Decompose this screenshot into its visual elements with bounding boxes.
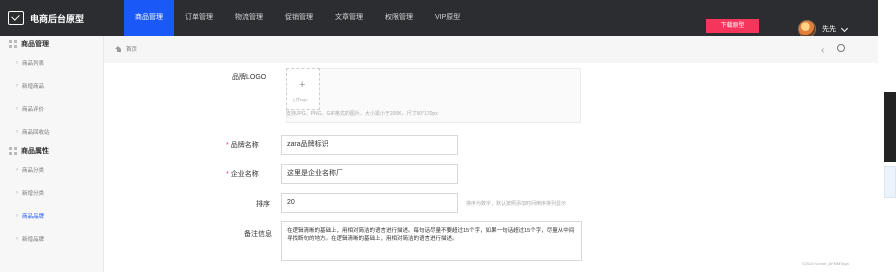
user-name: 先先 [822,26,836,33]
refresh-icon[interactable] [837,44,845,52]
chevron-right-icon: › [16,128,18,135]
sidebar-item-label: 新增商品 [22,83,45,90]
sidebar-item-product-list[interactable]: › 商品列表 [0,51,103,74]
watermark: ©2024 Vonne_AFMMTaya [802,261,849,266]
sidebar-item-label: 商品品牌 [22,213,45,220]
sidebar-group-product-management[interactable]: 商品管理 [0,36,103,51]
required-mark: * [226,171,229,178]
right-dark-panel [884,92,896,162]
chevron-down-icon [840,24,849,32]
breadcrumb-home-label: 首页 [126,47,138,53]
remark-label: 备注信息 [244,231,272,238]
nav-product-management[interactable]: 商品管理 [124,0,174,36]
sidebar-item-label: 商品评价 [22,106,45,113]
sort-label: 排序 [256,201,270,208]
grid-icon [9,146,17,155]
sidebar-item-product-brand[interactable]: › 商品品牌 [0,204,103,227]
sidebar-item-label: 商品分类 [22,167,45,174]
sidebar-item-product-review[interactable]: › 商品评价 [0,97,103,120]
nav-article-management[interactable]: 文章管理 [324,0,374,36]
nav-order-management[interactable]: 订单管理 [174,0,224,36]
breadcrumb-home[interactable]: 首页 [115,45,137,53]
upload-text: 上传logo [292,97,308,102]
upload-hint: 支持JPG、PNG、GIF格式的图片，大小需小于200K，尺寸90*170px [286,111,438,117]
grid-icon [9,39,17,48]
chevron-left-icon[interactable]: ‹ [821,45,824,56]
sort-hint: 排序为数字，默认按照添加时间倒序排列显示 [466,201,567,207]
top-navigation-bar: 电商后台原型 商品管理 订单管理 物流管理 促销管理 文章管理 权限管理 VIP… [0,0,878,38]
sort-input[interactable]: 20 [281,193,458,213]
chevron-right-icon: › [16,189,18,196]
sidebar-group-title: 商品管理 [21,40,49,48]
nav-permission-management[interactable]: 权限管理 [374,0,424,36]
breadcrumb: 首页 ‹ [104,36,878,62]
nav-logistics-management[interactable]: 物流管理 [224,0,274,36]
sidebar-item-label: 新增品牌 [22,236,45,243]
nav-vip-prototype[interactable]: VIP原型 [424,0,471,36]
company-name-label: * 企业名称 [226,169,259,179]
sidebar-item-add-category[interactable]: › 新增分类 [0,181,103,204]
nav-promotion-management[interactable]: 促销管理 [274,0,324,36]
sidebar-item-label: 新增分类 [22,190,45,197]
company-name-input[interactable]: 这里是企业名称厂 [281,164,458,184]
chevron-right-icon: › [16,235,18,242]
brand-name-input[interactable]: zara品牌标识 [281,135,458,155]
sidebar-item-product-recycle[interactable]: › 商品回收站 [0,120,103,143]
sidebar-item-add-product[interactable]: › 新增商品 [0,74,103,97]
chevron-right-icon: › [16,82,18,89]
sidebar-item-label: 商品回收站 [22,129,50,136]
logo-label: 品牌LOGO [232,74,267,81]
sidebar-group-product-attributes[interactable]: 商品属性 [0,143,103,158]
chevron-right-icon: › [16,212,18,219]
sidebar-item-product-category[interactable]: › 商品分类 [0,158,103,181]
chevron-right-icon: › [16,59,18,66]
company-name-label-text: 企业名称 [230,171,259,178]
sidebar-item-add-brand[interactable]: › 新增品牌 [0,227,103,250]
brand-name-label-text: 品牌名称 [230,142,259,149]
sidebar-group-title: 商品属性 [21,147,49,155]
chevron-right-icon: › [16,166,18,173]
download-prototype-button[interactable]: 下载原型 [706,19,759,33]
sidebar-item-label: 商品列表 [22,60,45,67]
remark-textarea[interactable]: 在逻辑清晰的基础上，用相对简洁的语言进行描述。每句话尽量不要超过15个字，如果一… [281,221,582,261]
sidebar: 商品管理 › 商品列表 › 新增商品 › 商品评价 › 商品回收站 商品属性 › 商品分类… [0,36,104,272]
brand-name-label: * 品牌名称 [226,140,259,150]
main-navigation: 商品管理 订单管理 物流管理 促销管理 文章管理 权限管理 VIP原型 [124,0,471,36]
home-icon [115,46,122,52]
required-mark: * [226,142,229,149]
brand-icon [8,11,24,25]
logo-upload-button[interactable]: + 上传logo [286,68,320,110]
right-light-panel [884,166,896,198]
chevron-right-icon: › [16,105,18,112]
brand-title: 电商后台原型 [30,13,85,24]
brand-logo[interactable]: 电商后台原型 [8,9,84,27]
plus-icon: + [299,79,306,91]
